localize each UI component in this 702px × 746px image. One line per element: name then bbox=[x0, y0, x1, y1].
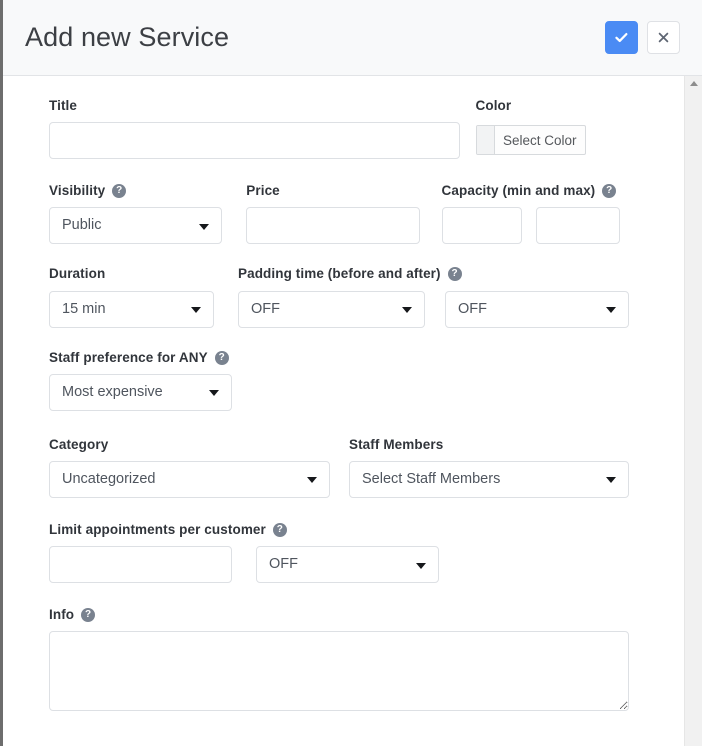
title-input[interactable] bbox=[49, 122, 460, 160]
category-select[interactable]: Uncategorized bbox=[49, 460, 330, 498]
check-icon bbox=[615, 33, 628, 43]
staff-members-label-text: Staff Members bbox=[348, 436, 444, 452]
service-form: Title Color Select Color Visibility ? Pu… bbox=[3, 98, 675, 712]
color-swatch bbox=[476, 126, 495, 155]
visibility-help-icon[interactable]: ? bbox=[112, 184, 127, 199]
visibility-select[interactable]: Public bbox=[49, 207, 223, 245]
modal-body: Title Color Select Color Visibility ? Pu… bbox=[3, 76, 702, 746]
padding-time-label: Padding time (before and after) ? bbox=[238, 266, 629, 282]
row-staff-preference: Staff preference for ANY ? Most expensiv… bbox=[49, 350, 629, 411]
duration-select[interactable]: 15 min bbox=[49, 290, 214, 328]
duration-label: Duration bbox=[49, 266, 214, 282]
row-title-color: Title Color Select Color bbox=[49, 98, 629, 160]
field-duration: Duration 15 min bbox=[49, 266, 214, 328]
capacity-help-icon[interactable]: ? bbox=[602, 184, 617, 199]
category-label-text: Category bbox=[49, 436, 109, 452]
duration-select-wrap: 15 min bbox=[49, 290, 214, 328]
staff-members-select-wrap: Select Staff Members bbox=[348, 460, 629, 498]
staff-preference-label: Staff preference for ANY ? bbox=[49, 350, 232, 366]
info-help-icon[interactable]: ? bbox=[81, 608, 96, 623]
row-duration-padding: Duration 15 min Padding time (before and… bbox=[49, 266, 629, 328]
capacity-inputs bbox=[441, 207, 629, 245]
field-capacity: Capacity (min and max) ? bbox=[441, 183, 629, 245]
price-label: Price bbox=[246, 183, 419, 199]
field-padding-time: Padding time (before and after) ? OFF OF… bbox=[238, 266, 629, 328]
capacity-max-input[interactable] bbox=[535, 207, 620, 245]
title-label: Title bbox=[49, 98, 460, 114]
capacity-label-text: Capacity (min and max) bbox=[441, 183, 596, 199]
field-info: Info ? bbox=[49, 607, 629, 712]
row-info: Info ? bbox=[49, 607, 629, 712]
field-visibility: Visibility ? Public bbox=[49, 183, 223, 245]
field-limit-appointments: Limit appointments per customer ? OFF bbox=[49, 522, 439, 584]
staff-preference-help-icon[interactable]: ? bbox=[214, 350, 229, 365]
padding-after-wrap: OFF bbox=[445, 290, 629, 328]
field-color: Color Select Color bbox=[475, 98, 629, 159]
padding-before-wrap: OFF bbox=[238, 290, 425, 328]
field-staff-members: Staff Members Select Staff Members bbox=[348, 437, 629, 498]
service-modal-window: Add new Service Title Color Select Color… bbox=[0, 0, 702, 746]
limit-appointments-period-select[interactable]: OFF bbox=[256, 546, 439, 584]
staff-members-label: Staff Members bbox=[349, 437, 629, 453]
category-label: Category bbox=[49, 437, 330, 453]
modal-header: Add new Service bbox=[3, 0, 702, 76]
padding-time-help-icon[interactable]: ? bbox=[447, 267, 462, 282]
price-label-text: Price bbox=[246, 183, 280, 199]
capacity-min-input[interactable] bbox=[441, 207, 522, 245]
vertical-scrollbar[interactable] bbox=[684, 76, 702, 746]
row-category-staff: Category Uncategorized Staff Members Sel… bbox=[49, 437, 629, 498]
price-input[interactable] bbox=[246, 207, 420, 245]
select-color-label: Select Color bbox=[502, 132, 577, 148]
padding-after-select[interactable]: OFF bbox=[445, 290, 629, 328]
info-label: Info ? bbox=[49, 607, 629, 623]
row-visibility-price-capacity: Visibility ? Public Price Capacity (min … bbox=[49, 183, 629, 245]
row-limit-appointments: Limit appointments per customer ? OFF bbox=[49, 522, 629, 584]
limit-appointments-label-text: Limit appointments per customer bbox=[49, 521, 266, 537]
staff-preference-label-text: Staff preference for ANY bbox=[49, 349, 208, 365]
info-textarea[interactable] bbox=[49, 631, 629, 712]
limit-appointments-controls: OFF bbox=[49, 546, 439, 584]
limit-appointments-count-input[interactable] bbox=[49, 546, 232, 584]
field-staff-preference: Staff preference for ANY ? Most expensiv… bbox=[49, 350, 232, 411]
field-title: Title bbox=[49, 98, 460, 160]
visibility-label-text: Visibility bbox=[49, 183, 106, 199]
color-label-text: Color bbox=[475, 98, 512, 113]
staff-members-select[interactable]: Select Staff Members bbox=[348, 460, 629, 498]
category-select-wrap: Uncategorized bbox=[49, 460, 330, 498]
select-color-button[interactable]: Select Color bbox=[475, 125, 586, 156]
duration-label-text: Duration bbox=[49, 266, 106, 282]
padding-before-select[interactable]: OFF bbox=[238, 290, 425, 328]
save-button[interactable] bbox=[605, 21, 638, 54]
scroll-up-arrow-icon[interactable] bbox=[689, 81, 698, 86]
info-label-text: Info bbox=[49, 607, 75, 623]
close-icon bbox=[658, 32, 669, 43]
visibility-label: Visibility ? bbox=[49, 183, 222, 199]
padding-time-selects: OFF OFF bbox=[238, 290, 629, 328]
field-price: Price bbox=[246, 183, 420, 245]
capacity-label: Capacity (min and max) ? bbox=[442, 183, 629, 199]
limit-appointments-label: Limit appointments per customer ? bbox=[49, 522, 439, 538]
visibility-select-wrap: Public bbox=[49, 207, 223, 245]
page-title: Add new Service bbox=[25, 22, 230, 52]
header-actions bbox=[605, 21, 680, 54]
field-category: Category Uncategorized bbox=[49, 437, 330, 498]
limit-appointments-help-icon[interactable]: ? bbox=[272, 523, 287, 538]
staff-preference-select-wrap: Most expensive bbox=[49, 373, 232, 411]
limit-appointments-period-wrap: OFF bbox=[256, 546, 439, 584]
title-label-text: Title bbox=[49, 98, 78, 113]
color-label: Color bbox=[476, 98, 629, 114]
staff-preference-select[interactable]: Most expensive bbox=[49, 373, 232, 411]
padding-time-label-text: Padding time (before and after) bbox=[238, 266, 441, 282]
cancel-button[interactable] bbox=[647, 21, 680, 54]
